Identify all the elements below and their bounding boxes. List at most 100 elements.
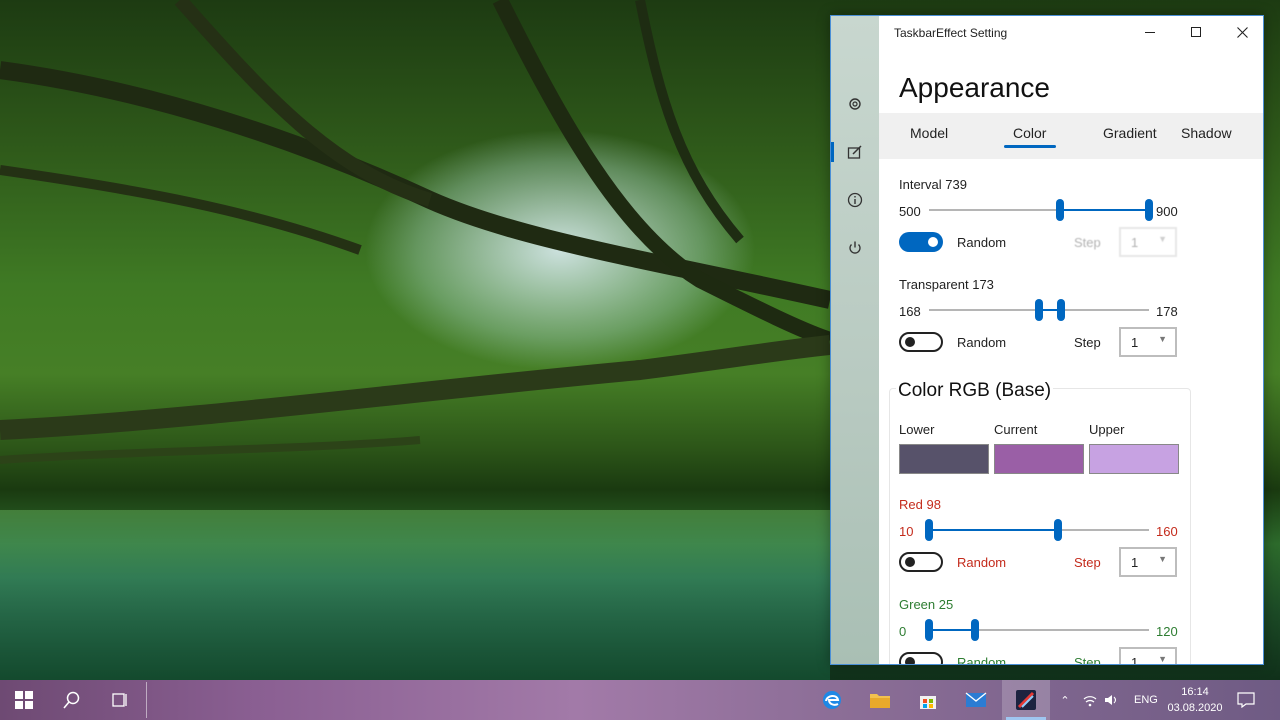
appearance-edit-icon[interactable] [843,140,867,164]
tab-gradient[interactable]: Gradient [1103,125,1157,141]
tab-model[interactable]: Model [910,125,948,141]
green-slider[interactable] [925,619,1149,641]
swatch-upper[interactable] [1089,444,1179,474]
transparent-slider[interactable] [929,299,1149,321]
green-step-value: 1 [1131,655,1139,665]
close-button[interactable] [1219,16,1263,48]
search-icon [63,691,80,709]
slider-thumb-low[interactable] [1056,199,1065,221]
tab-color[interactable]: Color [1013,125,1046,141]
transparent-step-value: 1 [1131,335,1139,350]
slider-selected-range [1060,209,1149,211]
red-slider[interactable] [925,519,1149,541]
store-icon [920,696,936,709]
task-view-icon [112,693,127,707]
transparent-label: Transparent 173 [899,277,994,292]
interval-step-select: 1 ▼ [1119,227,1177,257]
taskbar: ⌃ ENG 16:14 03.08.2020 [0,680,1280,720]
clock-time: 16:14 [1181,686,1209,698]
settings-content: TaskbarEffect Setting Appearance Model C… [879,16,1263,664]
swatch-current[interactable] [994,444,1084,474]
interval-random-toggle[interactable] [899,232,943,252]
red-random-label: Random [957,555,1007,570]
taskbareffect-app-icon [1016,690,1036,710]
slider-thumb-high[interactable] [1054,519,1063,541]
transparent-max: 178 [1156,304,1178,319]
slider-thumb-low[interactable] [925,519,933,541]
minimize-icon [1145,32,1155,33]
interval-random-label: Random [957,235,1007,250]
slider-thumb-high[interactable] [1145,199,1153,221]
edge-app-button[interactable] [808,680,856,720]
tab-shadow[interactable]: Shadow [1181,125,1232,141]
file-explorer-button[interactable] [856,680,904,720]
green-random-label: Random [957,655,1007,665]
volume-icon[interactable] [1104,693,1120,707]
transparent-step-select[interactable]: 1 ▼ [1119,327,1177,357]
edge-icon [823,691,841,709]
slider-selected-range [929,629,975,631]
chevron-down-icon: ▼ [1158,234,1167,244]
settings-gear-icon[interactable] [843,92,867,116]
maximize-button[interactable] [1173,16,1219,48]
page-title: Appearance [899,72,1051,103]
green-random-toggle[interactable] [899,652,943,664]
red-step-select[interactable]: 1 ▼ [1119,547,1177,577]
green-min: 0 [899,624,907,639]
river-water [0,510,830,680]
task-view-button[interactable] [96,680,144,720]
toggle-knob [905,337,915,347]
network-icon[interactable] [1082,693,1098,707]
clock-date: 03.08.2020 [1167,702,1223,714]
interval-slider[interactable] [929,199,1153,221]
swatch-lower[interactable] [899,444,989,474]
windows-logo-icon [15,691,33,709]
red-max: 160 [1156,524,1178,539]
swatch-current-label: Current [994,422,1038,437]
slider-thumb-high[interactable] [970,619,979,641]
transparent-random-toggle[interactable] [899,332,943,352]
notifications-button[interactable] [1222,680,1270,720]
minimize-button[interactable] [1127,16,1173,48]
red-label: Red 98 [899,497,941,512]
slider-thumb-high[interactable] [1057,299,1065,321]
taskbareffect-app-button[interactable] [1002,680,1050,720]
search-button[interactable] [48,680,96,720]
info-icon[interactable] [843,188,867,212]
swatch-lower-label: Lower [899,422,935,437]
chevron-down-icon: ▼ [1158,334,1167,344]
nav-active-indicator [831,142,834,162]
red-min: 10 [899,524,914,539]
green-step-select[interactable]: 1 ▼ [1119,647,1177,665]
window-title: TaskbarEffect Setting [894,26,1008,40]
language-indicator[interactable]: ENG [1134,694,1158,706]
slider-thumb-low[interactable] [925,619,933,641]
mail-icon [965,692,987,707]
toggle-knob [905,657,915,664]
chevron-down-icon: ▼ [1158,554,1167,564]
green-max: 120 [1156,624,1178,639]
interval-max: 900 [1156,204,1178,219]
close-icon [1236,26,1248,38]
store-app-button[interactable] [904,680,952,720]
interval-step-value: 1 [1131,235,1139,250]
green-label: Green 25 [899,597,954,612]
settings-window: TaskbarEffect Setting Appearance Model C… [830,15,1264,665]
power-icon[interactable] [843,236,867,260]
system-tray: ⌃ ENG [1056,680,1158,720]
mail-app-button[interactable] [952,680,1000,720]
chevron-up-icon[interactable]: ⌃ [1056,694,1074,707]
red-random-toggle[interactable] [899,552,943,572]
tab-bar: Model Color Gradient Shadow [879,113,1263,159]
taskbar-divider [146,682,147,718]
interval-step-label: Step [1074,235,1101,250]
clock[interactable]: 16:14 03.08.2020 [1160,684,1230,716]
start-button[interactable] [0,680,48,720]
folder-icon [870,694,890,708]
red-step-value: 1 [1131,555,1139,570]
maximize-icon [1191,27,1201,37]
swatch-upper-label: Upper [1089,422,1125,437]
green-step-label: Step [1074,655,1101,665]
transparent-random-label: Random [957,335,1007,350]
slider-thumb-low[interactable] [1035,299,1043,321]
